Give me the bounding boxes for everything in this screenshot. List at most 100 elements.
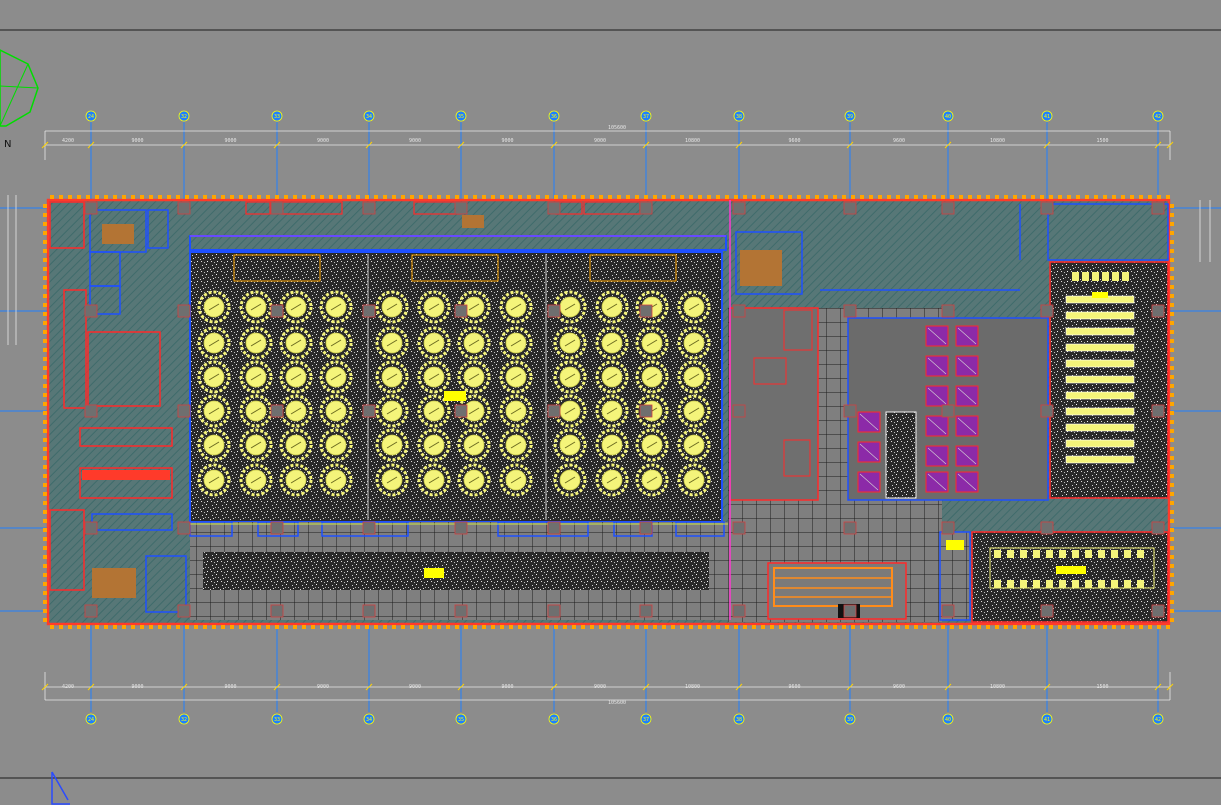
perimeter-column xyxy=(59,195,63,199)
perimeter-column xyxy=(43,465,47,469)
grid-bubble-top: 42 xyxy=(1152,110,1164,122)
perimeter-column xyxy=(509,625,513,629)
perimeter-column xyxy=(1058,625,1062,629)
perimeter-column xyxy=(707,625,711,629)
grid-bubble-label: 36 xyxy=(551,717,557,723)
perimeter-column xyxy=(1170,582,1174,586)
perimeter-column xyxy=(43,483,47,487)
perimeter-column xyxy=(446,195,450,199)
elevator-car xyxy=(955,415,979,437)
perimeter-column xyxy=(680,625,684,629)
perimeter-column xyxy=(1170,510,1174,514)
perimeter-column xyxy=(1103,195,1107,199)
boardroom-chair xyxy=(1111,550,1118,558)
perimeter-column xyxy=(266,625,270,629)
structural-column xyxy=(547,604,561,618)
perimeter-column xyxy=(43,519,47,523)
perimeter-column xyxy=(284,625,288,629)
perimeter-column xyxy=(500,625,504,629)
perimeter-column xyxy=(95,195,99,199)
grid-bubble-bottom: 39 xyxy=(844,713,856,725)
structural-column xyxy=(843,201,857,215)
grid-bubble-label: 36 xyxy=(551,114,557,120)
perimeter-column xyxy=(43,546,47,550)
perimeter-column xyxy=(329,625,333,629)
elevator-car xyxy=(955,471,979,493)
perimeter-column xyxy=(1121,625,1125,629)
structural-column xyxy=(1151,201,1165,215)
grid-bubble-label: 42 xyxy=(1155,717,1161,723)
perimeter-column xyxy=(869,625,873,629)
classroom-desk xyxy=(1065,359,1135,368)
perimeter-column xyxy=(563,625,567,629)
structural-column xyxy=(454,521,468,535)
perimeter-column xyxy=(1170,438,1174,442)
perimeter-column xyxy=(1085,625,1089,629)
perimeter-column xyxy=(1022,195,1026,199)
elevator-car xyxy=(955,385,979,407)
perimeter-column xyxy=(545,195,549,199)
dimension-value: 9000 xyxy=(131,138,143,144)
dimension-value: 9000 xyxy=(224,684,236,690)
perimeter-column xyxy=(104,625,108,629)
perimeter-column xyxy=(887,625,891,629)
grid-bubble-label: 40 xyxy=(945,717,951,723)
structural-column xyxy=(270,304,284,318)
perimeter-column xyxy=(1170,339,1174,343)
boardroom-chair xyxy=(1098,550,1105,558)
perimeter-column xyxy=(698,195,702,199)
dimension-chain-right xyxy=(1199,200,1211,262)
grid-bubble-label: 41 xyxy=(1044,717,1050,723)
perimeter-column xyxy=(1022,625,1026,629)
perimeter-column xyxy=(770,625,774,629)
perimeter-column xyxy=(1148,625,1152,629)
perimeter-column xyxy=(185,195,189,199)
perimeter-column xyxy=(1148,195,1152,199)
perimeter-column xyxy=(239,625,243,629)
perimeter-column xyxy=(554,625,558,629)
perimeter-column xyxy=(1094,625,1098,629)
perimeter-column xyxy=(43,204,47,208)
dimension-value: 10800 xyxy=(685,684,700,690)
perimeter-column xyxy=(1170,600,1174,604)
perimeter-column xyxy=(338,625,342,629)
grid-bubble-top: 38 xyxy=(733,110,745,122)
grid-bubble-bottom: 33 xyxy=(271,713,283,725)
north-arrow-icon: N xyxy=(0,49,39,150)
dimension-value: 9000 xyxy=(594,138,606,144)
perimeter-column xyxy=(833,195,837,199)
perimeter-column xyxy=(356,195,360,199)
perimeter-column xyxy=(932,625,936,629)
perimeter-column xyxy=(131,625,135,629)
perimeter-column xyxy=(59,625,63,629)
perimeter-column xyxy=(743,625,747,629)
perimeter-column xyxy=(221,625,225,629)
cad-drawing-canvas[interactable]: N 24 32 33 34 35 36 37 38 39 40 41 42 24 32 33 34 35 36 3… xyxy=(0,0,1221,805)
grid-bubble-label: 34 xyxy=(366,717,372,723)
elevator-car xyxy=(857,441,881,463)
perimeter-column xyxy=(43,285,47,289)
perimeter-column xyxy=(1031,195,1035,199)
structural-column xyxy=(454,404,468,418)
structural-column xyxy=(1040,201,1054,215)
perimeter-column xyxy=(995,195,999,199)
perimeter-column xyxy=(851,195,855,199)
perimeter-column xyxy=(365,195,369,199)
perimeter-column xyxy=(824,195,828,199)
perimeter-column xyxy=(1170,303,1174,307)
kitchen-zone xyxy=(50,202,186,622)
dimension-value: 9000 xyxy=(317,138,329,144)
dimension-value: 9600 xyxy=(893,138,905,144)
dimension-values-top: 4200 9000 9000 9000 9000 9000 9000 10800 9600 960… xyxy=(41,138,1174,149)
structural-column xyxy=(941,604,955,618)
grid-bubble-top: 40 xyxy=(942,110,954,122)
perimeter-column xyxy=(1170,348,1174,352)
perimeter-column xyxy=(662,625,666,629)
perimeter-column xyxy=(1170,492,1174,496)
perimeter-column xyxy=(428,195,432,199)
perimeter-column xyxy=(464,195,468,199)
perimeter-column xyxy=(644,625,648,629)
structural-column xyxy=(547,404,561,418)
structural-column xyxy=(362,521,376,535)
classroom-desk xyxy=(1065,439,1135,448)
